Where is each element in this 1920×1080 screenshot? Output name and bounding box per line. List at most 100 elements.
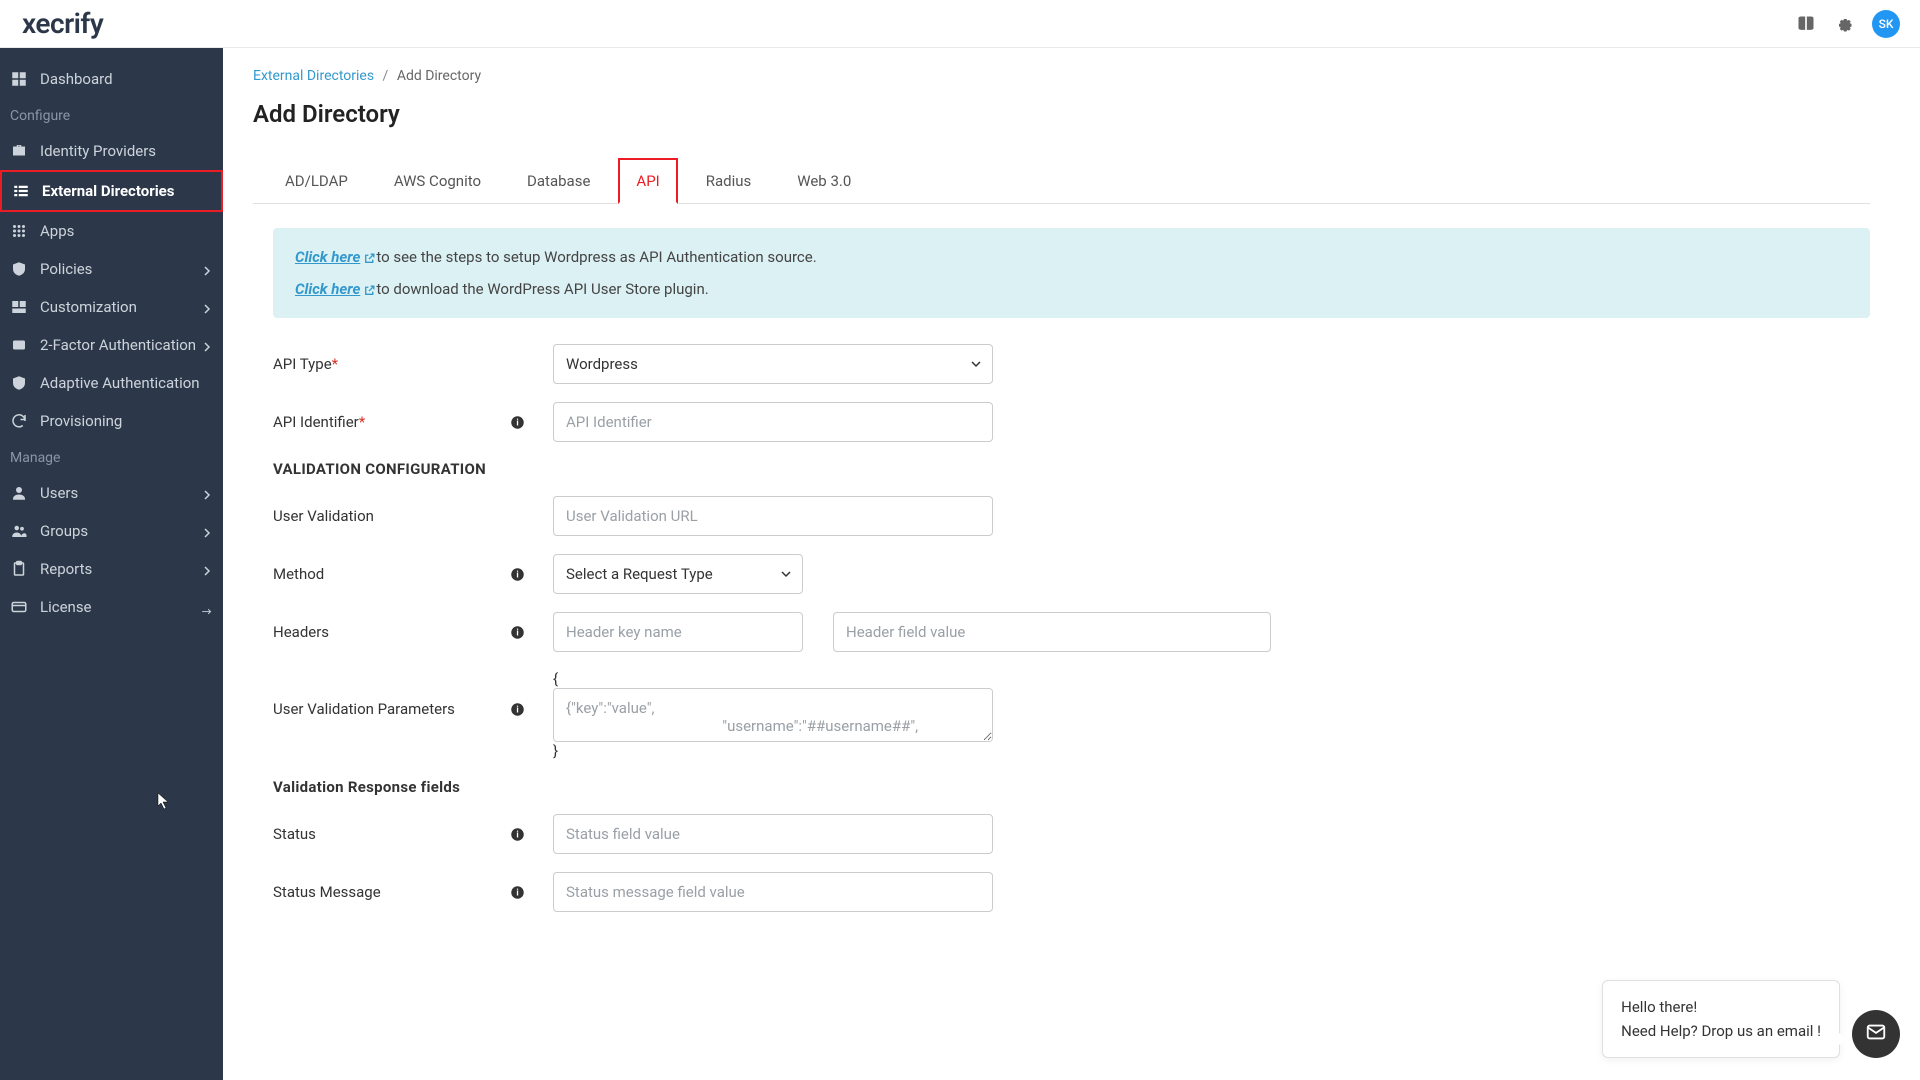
sidebar-item-label: Apps [40, 222, 74, 240]
row-api-type: API Type* Wordpress [273, 344, 1870, 384]
sidebar-item-dashboard[interactable]: Dashboard [0, 60, 223, 98]
sidebar-item-policies[interactable]: Policies [0, 250, 223, 288]
tab-radius[interactable]: Radius [688, 158, 770, 204]
response-fields-heading: Validation Response fields [273, 778, 1870, 796]
info-line-2: Click here to download the WordPress API… [295, 280, 1848, 298]
sidebar-item-users[interactable]: Users [0, 474, 223, 512]
docs-icon[interactable] [1796, 14, 1816, 34]
briefcase-icon [10, 142, 28, 160]
brace-close: } [553, 742, 1313, 760]
page-title: Add Directory [253, 100, 1870, 128]
header-right: SK [1796, 10, 1900, 38]
info-icon[interactable]: i [510, 702, 525, 717]
sidebar-item-label: License [40, 598, 92, 616]
input-header-value[interactable] [833, 612, 1271, 652]
sidebar-item-identity-providers[interactable]: Identity Providers [0, 132, 223, 170]
click-here-link-1[interactable]: Click here [295, 248, 376, 266]
group-icon [10, 522, 28, 540]
grid-icon [10, 222, 28, 240]
tabs-row: AD/LDAP AWS Cognito Database API Radius … [253, 158, 1870, 204]
info-icon[interactable]: i [510, 415, 525, 430]
textarea-params[interactable] [553, 688, 993, 742]
validation-config-heading: VALIDATION CONFIGURATION [273, 460, 1870, 478]
input-status-message[interactable] [553, 872, 993, 912]
row-method: Method i Select a Request Type [273, 554, 1870, 594]
input-api-identifier[interactable] [553, 402, 993, 442]
svg-text:i: i [516, 888, 518, 898]
chat-bubble: Hello there! Need Help? Drop us an email… [1602, 980, 1840, 1058]
info-icon[interactable]: i [510, 625, 525, 640]
chevron-right-icon [201, 339, 213, 351]
svg-text:i: i [516, 418, 518, 428]
brace-open: { [553, 670, 1313, 688]
sidebar-item-groups[interactable]: Groups [0, 512, 223, 550]
sidebar-item-license[interactable]: License [0, 588, 223, 626]
sidebar-section-configure: Configure [0, 98, 223, 132]
top-header: xec rify SK [0, 0, 1920, 48]
chat-line-2: Need Help? Drop us an email ! [1621, 1019, 1821, 1043]
sidebar-item-label: Customization [40, 298, 137, 316]
sidebar-section-manage: Manage [0, 440, 223, 474]
sidebar-item-customization[interactable]: Customization [0, 288, 223, 326]
main-content: External Directories / Add Directory Add… [223, 48, 1920, 1080]
label-api-type: API Type [273, 355, 332, 373]
sidebar-item-reports[interactable]: Reports [0, 550, 223, 588]
avatar[interactable]: SK [1872, 10, 1900, 38]
input-status[interactable] [553, 814, 993, 854]
chevron-right-icon [201, 563, 213, 575]
row-params: User Validation Parameters i { } [273, 670, 1870, 760]
chevron-right-icon [201, 263, 213, 275]
tab-database[interactable]: Database [509, 158, 608, 204]
info-box: Click here to see the steps to setup Wor… [273, 228, 1870, 318]
info-icon[interactable]: i [510, 567, 525, 582]
label-status-message: Status Message [273, 883, 381, 901]
chevron-right-icon [201, 301, 213, 313]
select-api-type[interactable]: Wordpress [553, 344, 993, 384]
arrow-right-icon [201, 601, 213, 613]
sidebar-item-2fa[interactable]: 2-Factor Authentication [0, 326, 223, 364]
row-status-message: Status Message i [273, 872, 1870, 912]
info-icon[interactable]: i [510, 885, 525, 900]
chevron-right-icon [201, 525, 213, 537]
label-params: User Validation Parameters [273, 700, 455, 718]
list-icon [12, 182, 30, 200]
chat-line-1: Hello there! [1621, 995, 1821, 1019]
sliders-icon [10, 298, 28, 316]
input-user-validation[interactable] [553, 496, 993, 536]
card-icon [10, 598, 28, 616]
info-line-1: Click here to see the steps to setup Wor… [295, 248, 1848, 266]
sidebar-item-apps[interactable]: Apps [0, 212, 223, 250]
info-icon[interactable]: i [510, 827, 525, 842]
logo[interactable]: xec rify [22, 9, 103, 39]
keypad-icon [10, 336, 28, 354]
click-here-link-2[interactable]: Click here [295, 280, 376, 298]
row-api-identifier: API Identifier* i [273, 402, 1870, 442]
mail-icon [1865, 1021, 1887, 1047]
label-api-identifier: API Identifier [273, 413, 359, 431]
gear-icon[interactable] [1834, 14, 1854, 34]
sidebar-item-label: Reports [40, 560, 92, 578]
breadcrumb: External Directories / Add Directory [253, 68, 1870, 84]
sidebar-item-label: Dashboard [40, 70, 113, 88]
select-method[interactable]: Select a Request Type [553, 554, 803, 594]
sidebar-item-label: External Directories [42, 182, 174, 200]
label-headers: Headers [273, 623, 329, 641]
svg-text:i: i [516, 628, 518, 638]
breadcrumb-parent[interactable]: External Directories [253, 68, 374, 84]
row-user-validation: User Validation [273, 496, 1870, 536]
sidebar-item-adaptive-auth[interactable]: Adaptive Authentication [0, 364, 223, 402]
sidebar-item-external-directories[interactable]: External Directories [0, 170, 223, 212]
input-header-key[interactable] [553, 612, 803, 652]
tab-api[interactable]: API [618, 158, 677, 204]
label-status: Status [273, 825, 316, 843]
info-text-1: to see the steps to setup Wordpress as A… [376, 248, 816, 266]
breadcrumb-separator: / [383, 68, 389, 84]
sidebar-item-label: Provisioning [40, 412, 122, 430]
tab-aws-cognito[interactable]: AWS Cognito [376, 158, 499, 204]
info-text-2: to download the WordPress API User Store… [376, 280, 708, 298]
tab-ad-ldap[interactable]: AD/LDAP [267, 158, 366, 204]
sidebar-item-provisioning[interactable]: Provisioning [0, 402, 223, 440]
tab-web30[interactable]: Web 3.0 [779, 158, 869, 204]
sidebar-item-label: Adaptive Authentication [40, 374, 200, 392]
chat-button[interactable] [1852, 1010, 1900, 1058]
